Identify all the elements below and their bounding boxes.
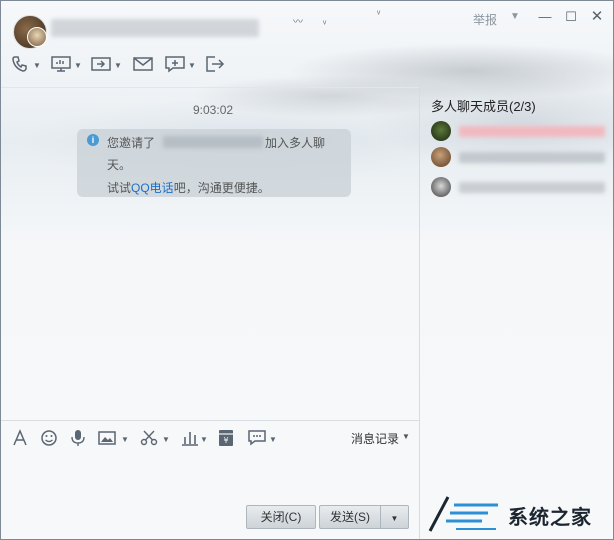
font-icon[interactable] bbox=[11, 429, 29, 447]
notice-text: 天。 bbox=[107, 158, 132, 172]
chevron-down-icon: ▼ bbox=[390, 514, 399, 523]
invitee-name-redacted bbox=[163, 136, 263, 148]
info-icon: i bbox=[87, 134, 99, 146]
chevron-down-icon[interactable]: ▼ bbox=[121, 435, 129, 444]
chevron-down-icon[interactable]: ▼ bbox=[114, 61, 122, 70]
avatar bbox=[431, 121, 451, 141]
notice-text: 加入多人聊 bbox=[265, 136, 326, 150]
notice-text: 试试QQ电话吧，沟通更便捷。 bbox=[107, 181, 270, 195]
member-name-redacted bbox=[459, 182, 605, 193]
message-history-button[interactable]: 消息记录 bbox=[351, 430, 399, 447]
watermark: 系统之家 bbox=[422, 485, 613, 539]
voice-icon[interactable] bbox=[69, 429, 87, 447]
close-icon[interactable]: ✕ bbox=[589, 9, 605, 25]
close-button[interactable]: 关闭(C) bbox=[246, 505, 316, 529]
qq-call-link[interactable]: QQ电话 bbox=[131, 181, 174, 195]
bird-decoration: ᵛ bbox=[323, 19, 327, 30]
bird-decoration: 〰 bbox=[293, 17, 303, 28]
watermark-text: 系统之家 bbox=[508, 505, 592, 529]
image-icon[interactable] bbox=[98, 429, 116, 447]
chevron-down-icon[interactable]: ▼ bbox=[402, 432, 410, 441]
chevron-down-icon[interactable]: ▼ bbox=[510, 11, 520, 22]
watermark-logo bbox=[428, 496, 498, 532]
avatar bbox=[431, 147, 451, 167]
system-notice: i 您邀请了 加入多人聊 天。 试试QQ电话吧，沟通更便捷。 bbox=[77, 129, 351, 197]
add-app-icon[interactable] bbox=[165, 55, 185, 75]
red-packet-icon[interactable]: ¥ bbox=[218, 429, 234, 447]
music-bars-icon[interactable] bbox=[181, 429, 199, 447]
divider bbox=[1, 87, 419, 88]
screen-share-icon[interactable] bbox=[51, 55, 71, 75]
message-area[interactable]: 9:03:02 i 您邀请了 加入多人聊 天。 试试QQ电话吧，沟通更便捷。 bbox=[1, 89, 419, 419]
chat-title-redacted bbox=[51, 19, 259, 37]
chevron-down-icon[interactable]: ▼ bbox=[74, 61, 82, 70]
report-button[interactable]: 举报 bbox=[473, 11, 497, 28]
avatar bbox=[431, 177, 451, 197]
chevron-down-icon[interactable]: ▼ bbox=[33, 61, 41, 70]
chat-window: 〰 ᵛ ᵛ 举报 ▼ — ☐ ✕ ▼ ▼ ▼ ▼ 9:03:02 i 您邀请了 … bbox=[0, 0, 614, 540]
more-app-icon[interactable] bbox=[248, 429, 266, 447]
screenshot-scissors-icon[interactable] bbox=[140, 429, 158, 447]
chevron-down-icon[interactable]: ▼ bbox=[200, 435, 208, 444]
member-avatar-overlay bbox=[27, 27, 47, 47]
notice-text: 您邀请了 bbox=[107, 136, 156, 150]
chevron-down-icon[interactable]: ▼ bbox=[269, 435, 277, 444]
mail-icon[interactable] bbox=[133, 55, 153, 75]
divider bbox=[419, 87, 420, 539]
member-name-redacted bbox=[459, 126, 605, 137]
maximize-icon[interactable]: ☐ bbox=[563, 9, 579, 25]
members-panel-title: 多人聊天成员(2/3) bbox=[431, 99, 536, 114]
phone-icon[interactable] bbox=[11, 55, 29, 75]
svg-text:¥: ¥ bbox=[223, 436, 228, 445]
member-list-item[interactable] bbox=[431, 147, 607, 169]
message-timestamp: 9:03:02 bbox=[193, 103, 234, 117]
divider bbox=[1, 420, 419, 421]
bird-decoration: ᵛ bbox=[377, 9, 381, 20]
transfer-file-icon[interactable] bbox=[91, 55, 111, 75]
emoji-icon[interactable] bbox=[40, 429, 58, 447]
send-options-button[interactable]: ▼ bbox=[380, 505, 409, 529]
member-list-item[interactable] bbox=[431, 177, 607, 199]
minimize-icon[interactable]: — bbox=[537, 9, 553, 25]
chevron-down-icon[interactable]: ▼ bbox=[188, 61, 196, 70]
member-list-item[interactable] bbox=[431, 121, 607, 143]
member-name-redacted bbox=[459, 152, 605, 163]
send-button[interactable]: 发送(S) bbox=[319, 505, 380, 529]
exit-icon[interactable] bbox=[205, 55, 225, 75]
chevron-down-icon[interactable]: ▼ bbox=[162, 435, 170, 444]
